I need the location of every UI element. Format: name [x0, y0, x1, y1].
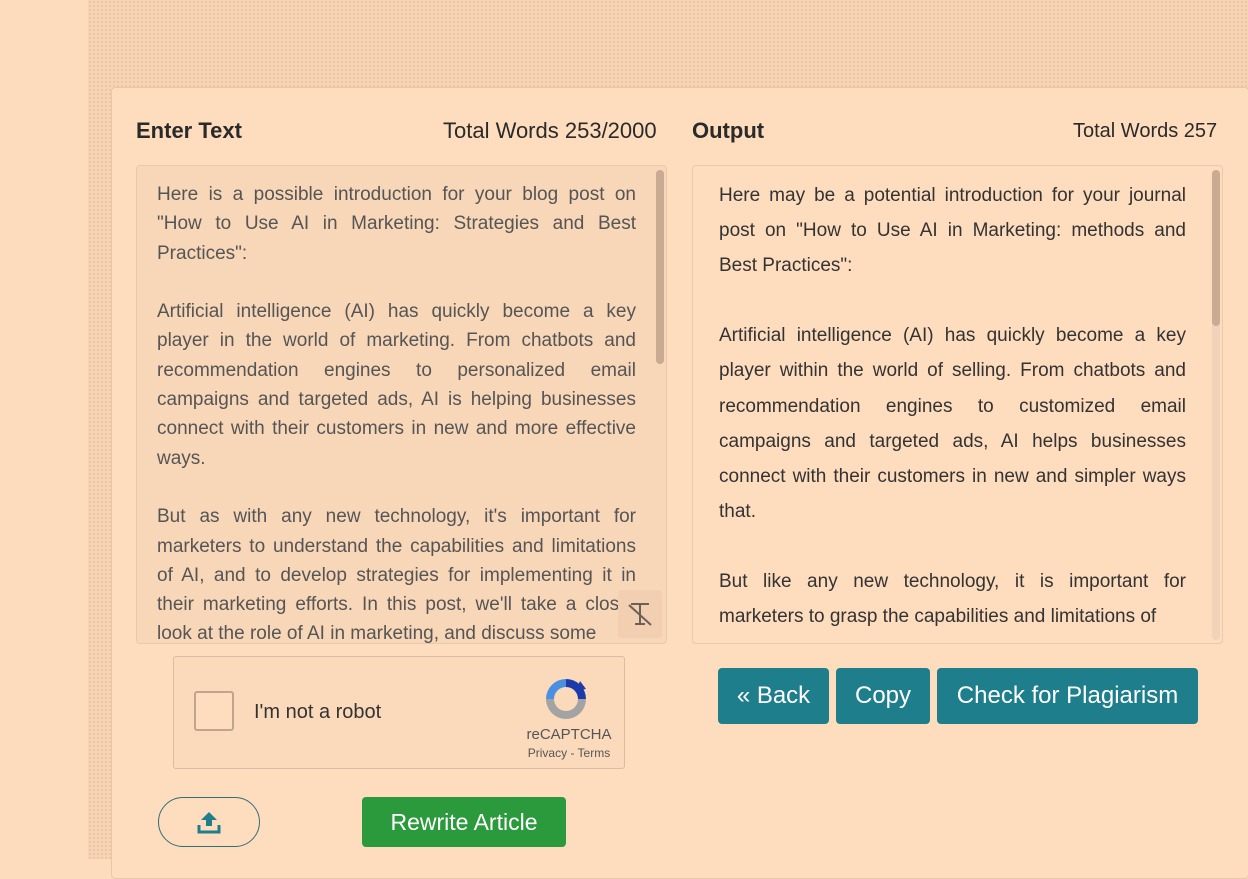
input-title: Enter Text: [136, 118, 242, 143]
input-textarea[interactable]: Here is a possible introduction for your…: [136, 165, 667, 644]
recaptcha-checkbox[interactable]: [194, 691, 234, 731]
output-scrollbar-thumb[interactable]: [1212, 170, 1220, 326]
upload-icon: [197, 812, 221, 834]
recaptcha-widget: I'm not a robot reCAPTCHA Privacy - Term…: [173, 656, 625, 769]
input-scrollbar[interactable]: [656, 170, 664, 364]
output-word-count: Total Words 257: [1073, 120, 1218, 142]
input-scrollbar-thumb[interactable]: [656, 170, 664, 364]
output-textarea[interactable]: Here may be a potential introduction for…: [692, 165, 1223, 644]
output-scrollbar[interactable]: [1212, 170, 1220, 640]
rewrite-article-button[interactable]: Rewrite Article: [362, 797, 566, 847]
check-plagiarism-button[interactable]: Check for Plagiarism: [937, 668, 1198, 724]
recaptcha-label: I'm not a robot: [254, 701, 382, 723]
recaptcha-logo-icon: [546, 679, 586, 719]
back-button[interactable]: « Back: [718, 668, 829, 724]
left-margin: [0, 0, 88, 859]
input-word-count: Total Words 253/2000: [443, 118, 657, 143]
recaptcha-brand: reCAPTCHA: [526, 726, 612, 743]
clear-format-icon: [628, 603, 652, 626]
output-title: Output: [692, 118, 765, 143]
recaptcha-links[interactable]: Privacy - Terms: [509, 746, 629, 760]
upload-button[interactable]: [158, 797, 260, 847]
copy-button[interactable]: Copy: [836, 668, 930, 724]
input-text: Here is a possible introduction for your…: [157, 184, 636, 644]
clear-format-button[interactable]: [618, 590, 662, 638]
output-text: Here may be a potential introduction for…: [719, 185, 1186, 628]
